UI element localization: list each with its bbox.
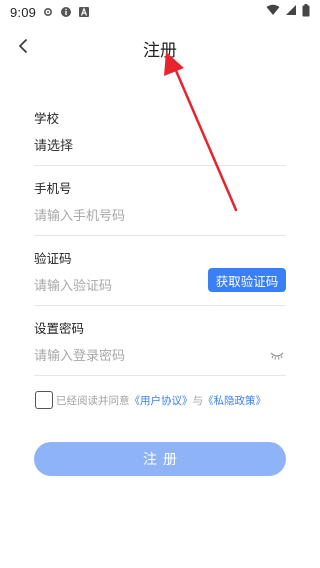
status-left: 9:09 <box>10 5 90 20</box>
agreement-checkbox[interactable] <box>35 391 53 409</box>
chevron-left-icon <box>17 38 29 58</box>
code-input[interactable]: 请输入验证码 <box>34 275 112 294</box>
phone-input[interactable]: 请输入手机号码 <box>34 205 125 224</box>
code-label: 验证码 <box>34 251 72 266</box>
user-agreement-link[interactable]: 《用户协议》 <box>130 393 193 408</box>
wifi-icon <box>266 4 280 20</box>
password-label: 设置密码 <box>34 321 85 336</box>
agreement-joiner: 与 <box>192 394 204 407</box>
school-label: 学校 <box>34 111 60 126</box>
info-badge-icon <box>60 6 72 18</box>
register-button[interactable]: 注册 <box>34 442 286 476</box>
eye-closed-icon[interactable] <box>270 346 284 360</box>
get-code-button[interactable]: 获取验证码 <box>208 268 286 292</box>
password-input[interactable]: 请输入登录密码 <box>34 345 125 364</box>
school-field[interactable]: 学校 请选择 <box>34 96 286 166</box>
agreement-prefix: 已经阅读并同意 <box>56 394 130 407</box>
phone-field[interactable]: 手机号 请输入手机号码 <box>34 166 286 236</box>
code-field[interactable]: 验证码 请输入验证码 获取验证码 <box>34 236 286 306</box>
settings-gear-icon <box>42 6 54 18</box>
privacy-policy-link[interactable]: 《私隐政策》 <box>203 393 266 408</box>
font-a-icon <box>78 6 90 18</box>
back-button[interactable] <box>10 34 36 62</box>
cell-signal-icon <box>285 4 297 20</box>
battery-icon <box>302 3 310 21</box>
status-right <box>266 3 310 21</box>
register-form: 学校 请选择 手机号 请输入手机号码 验证码 请输入验证码 获取验证码 设置密码… <box>34 96 286 376</box>
school-select[interactable]: 请选择 <box>34 135 73 154</box>
page-title: 注册 <box>143 40 177 61</box>
status-bar: 9:09 <box>0 0 320 24</box>
agreement-row: 已经阅读并同意 《用户协议》 与 《私隐政策》 <box>35 390 295 410</box>
phone-label: 手机号 <box>34 181 72 196</box>
nav-bar: 注册 <box>0 28 320 68</box>
password-field[interactable]: 设置密码 请输入登录密码 <box>34 306 286 376</box>
status-time: 9:09 <box>10 4 37 20</box>
